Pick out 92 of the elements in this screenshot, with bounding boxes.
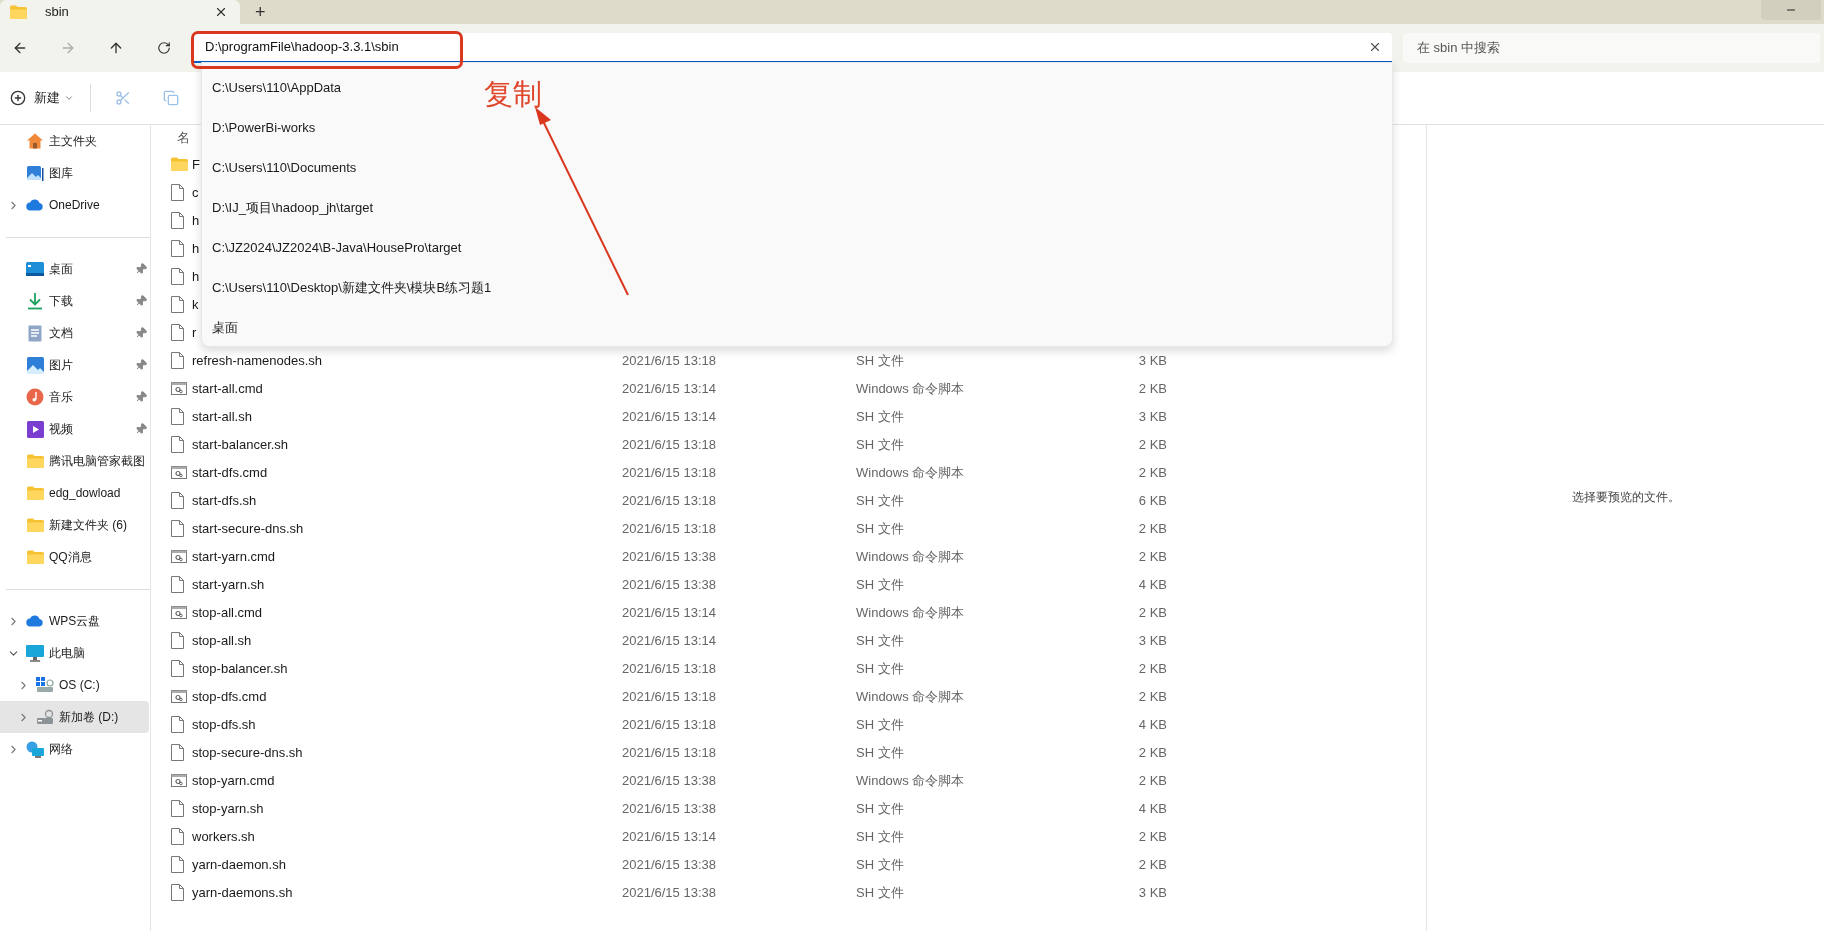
date-cell: 2021/6/15 13:14 — [622, 633, 716, 648]
type-cell: Windows 命令脚本 — [856, 549, 965, 564]
date-cell: 2021/6/15 13:14 — [622, 381, 716, 396]
date-cell: 2021/6/15 13:38 — [622, 801, 716, 816]
file-name: stop-secure-dns.sh — [192, 745, 303, 760]
type-cell: Windows 命令脚本 — [856, 773, 965, 788]
size-cell: 2 KB — [1138, 661, 1167, 676]
file-name: start-dfs.sh — [192, 493, 257, 508]
size-cell: 2 KB — [1138, 689, 1167, 704]
date-cell: 2021/6/15 13:18 — [622, 717, 716, 732]
date-cell: 2021/6/15 13:18 — [622, 437, 716, 452]
file-name: refresh-namenodes.sh — [192, 353, 323, 368]
date-cell: 2021/6/15 13:18 — [622, 353, 716, 368]
file-name: stop-dfs.cmd — [192, 689, 267, 704]
type-cell: SH 文件 — [856, 493, 904, 508]
file-name: stop-dfs.sh — [192, 717, 256, 732]
file-name: F — [192, 157, 200, 172]
date-cell: 2021/6/15 13:38 — [622, 773, 716, 788]
size-cell: 2 KB — [1138, 745, 1167, 760]
type-cell: SH 文件 — [856, 885, 904, 900]
preview-message: 选择要预览的文件。 — [1571, 489, 1680, 506]
file-name: h — [192, 241, 200, 256]
type-cell: SH 文件 — [856, 857, 904, 872]
size-cell: 2 KB — [1138, 829, 1167, 844]
size-cell: 2 KB — [1138, 857, 1167, 872]
size-cell: 2 KB — [1138, 549, 1167, 564]
date-cell: 2021/6/15 13:18 — [622, 465, 716, 480]
file-name: k — [192, 297, 199, 312]
annotation-label: 复制 — [484, 77, 542, 112]
file-name: workers.sh — [192, 829, 255, 844]
size-cell: 4 KB — [1138, 577, 1167, 592]
size-cell: 3 KB — [1138, 409, 1167, 424]
date-cell: 2021/6/15 13:38 — [622, 885, 716, 900]
file-name: start-all.sh — [192, 409, 252, 424]
file-name: stop-balancer.sh — [192, 661, 288, 676]
type-cell: SH 文件 — [856, 829, 904, 844]
type-cell: Windows 命令脚本 — [856, 465, 965, 480]
type-cell: SH 文件 — [856, 717, 904, 732]
size-cell: 2 KB — [1138, 465, 1167, 480]
date-cell: 2021/6/15 13:38 — [622, 549, 716, 564]
size-cell: 3 KB — [1138, 633, 1167, 648]
type-cell: SH 文件 — [856, 521, 904, 536]
size-cell: 6 KB — [1138, 493, 1167, 508]
type-cell: SH 文件 — [856, 661, 904, 676]
date-cell: 2021/6/15 13:14 — [622, 409, 716, 424]
file-name: stop-all.cmd — [192, 605, 263, 620]
date-cell: 2021/6/15 13:18 — [622, 689, 716, 704]
type-cell: Windows 命令脚本 — [856, 605, 965, 620]
type-cell: SH 文件 — [856, 745, 904, 760]
size-cell: 2 KB — [1138, 521, 1167, 536]
date-cell: 2021/6/15 13:18 — [622, 493, 716, 508]
date-cell: 2021/6/15 13:14 — [622, 605, 716, 620]
file-name: yarn-daemon.sh — [192, 857, 286, 872]
file-name: start-balancer.sh — [192, 437, 289, 452]
type-cell: SH 文件 — [856, 801, 904, 816]
size-cell: 2 KB — [1138, 773, 1167, 788]
file-name: c — [192, 185, 199, 200]
tab-title: sbin — [45, 3, 70, 22]
file-name: r — [192, 325, 197, 340]
size-cell: 4 KB — [1138, 717, 1167, 732]
file-name: stop-yarn.sh — [192, 801, 264, 816]
file-name: start-yarn.sh — [192, 577, 265, 592]
date-cell: 2021/6/15 13:38 — [622, 857, 716, 872]
address-text: D:\programFile\hadoop-3.3.1\sbin — [205, 38, 400, 57]
date-cell: 2021/6/15 13:18 — [622, 521, 716, 536]
file-name: h — [192, 213, 200, 228]
size-cell: 3 KB — [1138, 885, 1167, 900]
size-cell: 2 KB — [1138, 381, 1167, 396]
date-cell: 2021/6/15 13:18 — [622, 661, 716, 676]
search-placeholder: 在 sbin 中搜索 — [1417, 39, 1501, 58]
type-cell: SH 文件 — [856, 353, 904, 368]
file-name: h — [192, 269, 200, 284]
date-cell: 2021/6/15 13:14 — [622, 829, 716, 844]
type-cell: SH 文件 — [856, 437, 904, 452]
file-name: start-all.cmd — [192, 381, 263, 396]
type-cell: SH 文件 — [856, 633, 904, 648]
date-cell: 2021/6/15 13:38 — [622, 577, 716, 592]
size-cell: 2 KB — [1138, 437, 1167, 452]
type-cell: SH 文件 — [856, 409, 904, 424]
type-cell: Windows 命令脚本 — [856, 689, 965, 704]
type-cell: SH 文件 — [856, 577, 904, 592]
file-name: yarn-daemons.sh — [192, 885, 293, 900]
size-cell: 2 KB — [1138, 605, 1167, 620]
size-cell: 3 KB — [1138, 353, 1167, 368]
file-name: stop-yarn.cmd — [192, 773, 275, 788]
size-cell: 4 KB — [1138, 801, 1167, 816]
file-name: start-dfs.cmd — [192, 465, 268, 480]
file-name: start-yarn.cmd — [192, 549, 276, 564]
file-name: start-secure-dns.sh — [192, 521, 304, 536]
date-cell: 2021/6/15 13:18 — [622, 745, 716, 760]
file-name: stop-all.sh — [192, 633, 252, 648]
type-cell: Windows 命令脚本 — [856, 381, 965, 396]
